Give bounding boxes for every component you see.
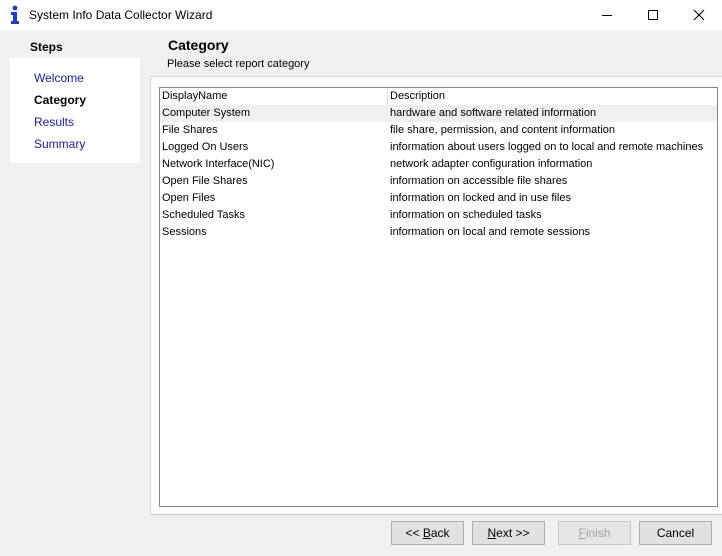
table-row[interactable]: Logged On Users information about users l… — [160, 139, 717, 156]
step-results[interactable]: Results — [34, 115, 74, 129]
row-description: file share, permission, and content info… — [390, 124, 616, 136]
category-list[interactable]: DisplayName Description Computer System h… — [159, 87, 718, 507]
steps-title: Steps — [30, 40, 63, 54]
finish-button-label: inish — [585, 526, 611, 540]
maximize-button[interactable] — [630, 0, 676, 30]
title-bar: System Info Data Collector Wizard — [0, 0, 722, 30]
back-button[interactable]: << Back — [391, 521, 464, 545]
row-displayname: Logged On Users — [162, 141, 249, 153]
finish-button-mnemonic: F — [578, 526, 586, 540]
row-description: information about users logged on to loc… — [390, 141, 704, 153]
cancel-button[interactable]: Cancel — [639, 521, 712, 545]
page-header: Category Please select report category — [150, 30, 722, 77]
table-row[interactable]: Scheduled Tasks information on scheduled … — [160, 207, 717, 224]
row-displayname: Scheduled Tasks — [162, 209, 245, 221]
column-header-displayname[interactable]: DisplayName — [162, 90, 227, 102]
row-displayname: Open File Shares — [162, 175, 248, 187]
minimize-icon — [602, 15, 612, 16]
row-displayname: Computer System — [162, 107, 251, 119]
row-displayname: Sessions — [162, 226, 207, 238]
minimize-button[interactable] — [584, 0, 630, 30]
next-button[interactable]: Next >> — [472, 521, 545, 545]
row-description: network adapter configuration informatio… — [390, 158, 593, 170]
row-description: information on scheduled tasks — [390, 209, 542, 221]
list-header: DisplayName Description — [160, 88, 717, 105]
maximize-icon — [648, 10, 658, 20]
table-row[interactable]: Open File Shares information on accessibl… — [160, 173, 717, 190]
table-row[interactable]: File Shares file share, permission, and c… — [160, 122, 717, 139]
row-description: hardware and software related informatio… — [390, 107, 597, 119]
back-button-mnemonic: B — [422, 526, 431, 540]
close-icon — [693, 9, 705, 21]
column-separator[interactable] — [387, 88, 388, 105]
window-title: System Info Data Collector Wizard — [29, 8, 213, 22]
finish-button[interactable]: Finish — [558, 521, 631, 545]
table-row[interactable]: Computer System hardware and software rel… — [160, 105, 717, 122]
back-button-label: ack — [430, 526, 450, 540]
next-button-label: ext >> — [496, 526, 530, 540]
row-displayname: Network Interface(NIC) — [162, 158, 275, 170]
content-panel: DisplayName Description Computer System h… — [150, 77, 722, 515]
steps-panel: Steps Welcome Category Results Summary — [10, 30, 140, 163]
step-summary[interactable]: Summary — [34, 137, 85, 151]
column-header-description[interactable]: Description — [390, 90, 445, 102]
next-button-mnemonic: N — [487, 526, 497, 540]
info-icon — [11, 5, 19, 24]
table-row[interactable]: Open Files information on locked and in u… — [160, 190, 717, 207]
steps-header: Steps — [10, 30, 140, 58]
row-description: information on locked and in use files — [390, 192, 571, 204]
table-row[interactable]: Sessions information on local and remote … — [160, 224, 717, 241]
step-welcome[interactable]: Welcome — [34, 71, 84, 85]
row-description: information on accessible file shares — [390, 175, 568, 187]
row-displayname: Open Files — [162, 192, 216, 204]
close-button[interactable] — [676, 0, 722, 30]
row-displayname: File Shares — [162, 124, 218, 136]
row-description: information on local and remote sessions — [390, 226, 590, 238]
step-category: Category — [34, 93, 87, 107]
page-subtitle: Please select report category — [167, 58, 310, 70]
page-title: Category — [168, 37, 229, 53]
table-row[interactable]: Network Interface(NIC) network adapter co… — [160, 156, 717, 173]
back-button-prefix: << — [405, 526, 423, 540]
